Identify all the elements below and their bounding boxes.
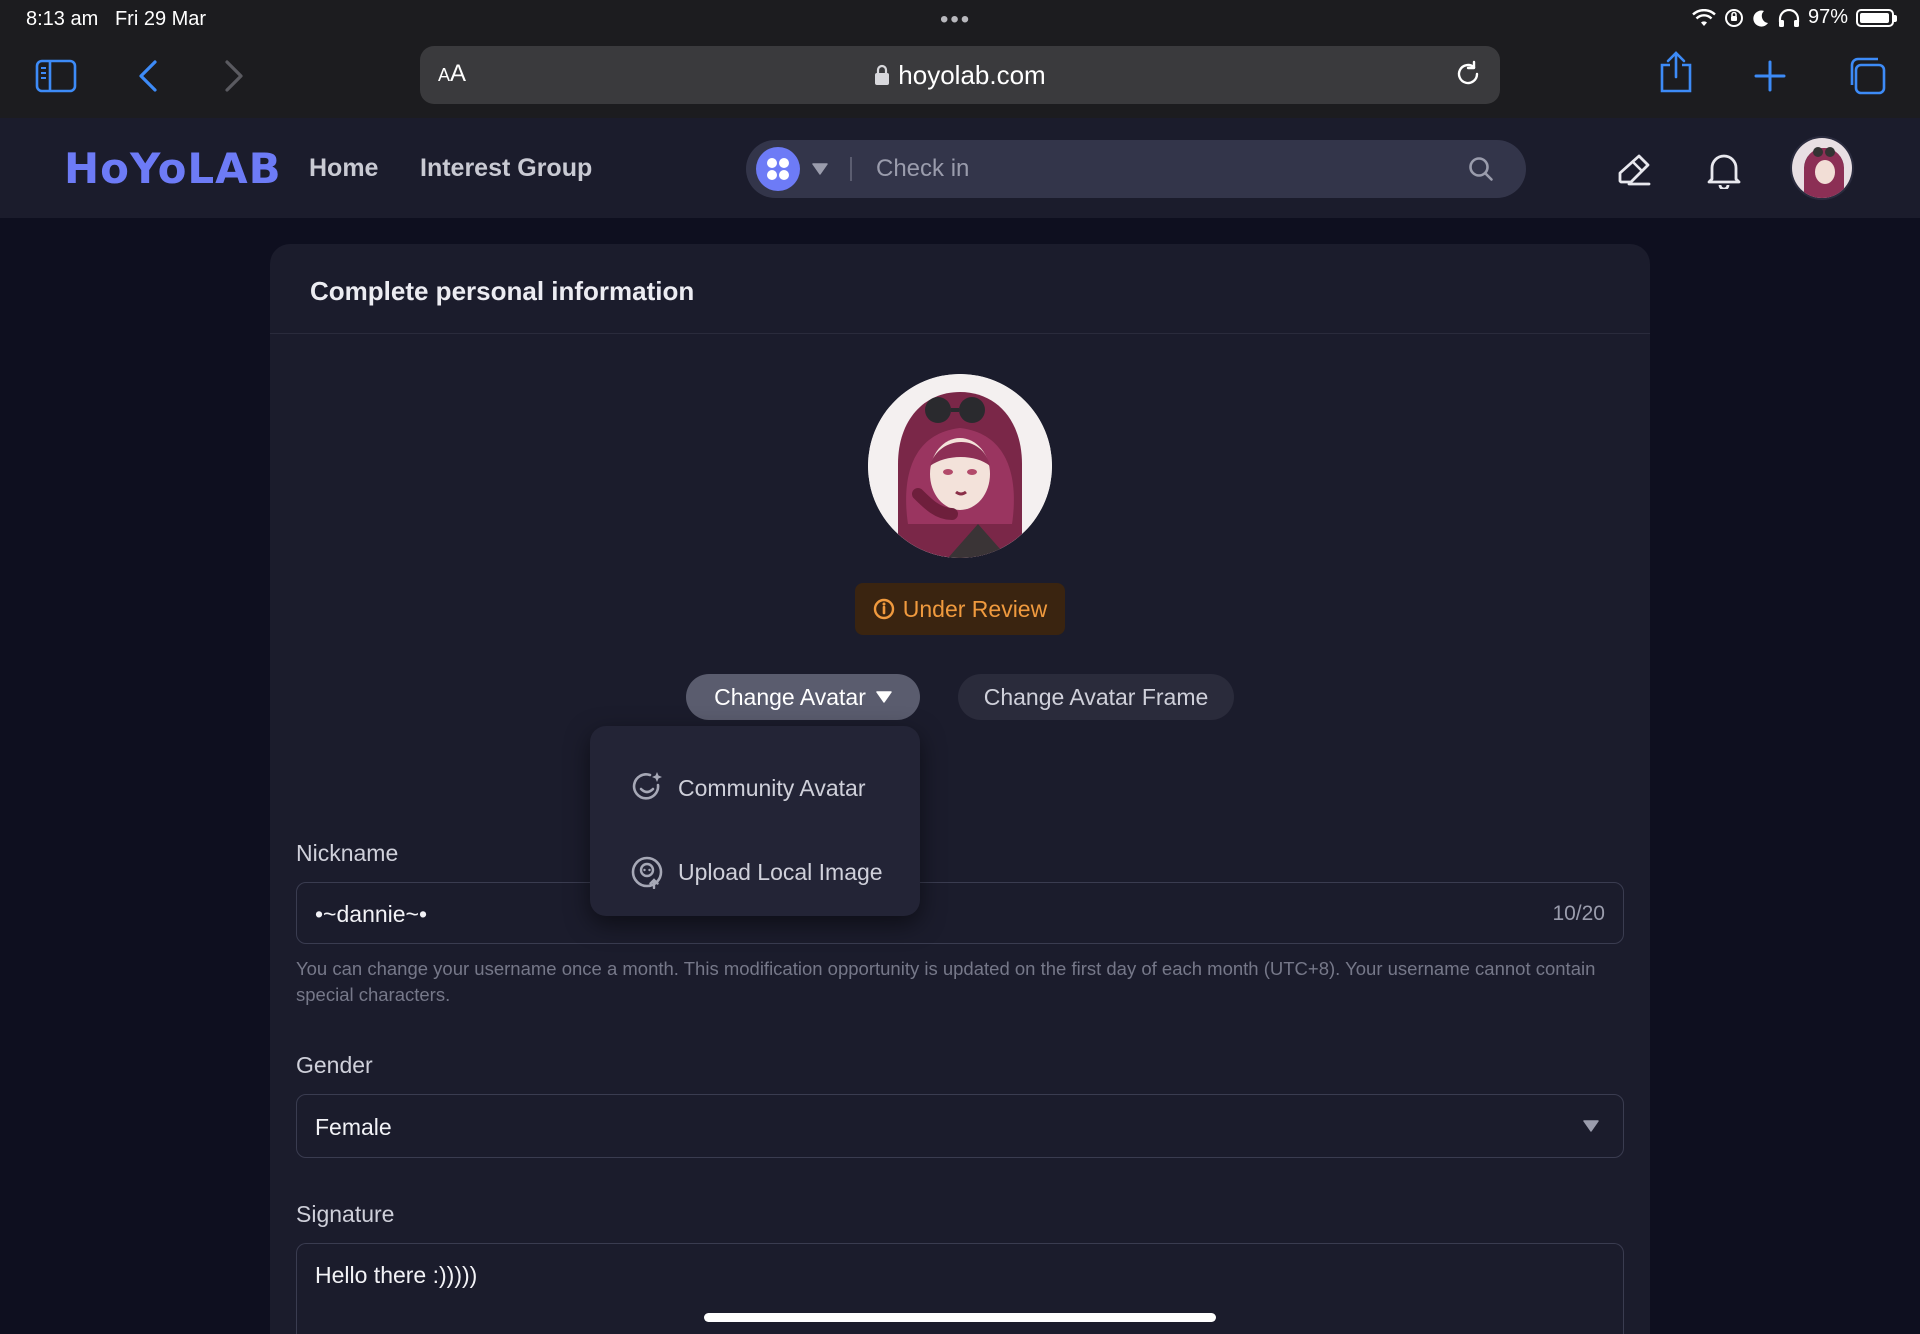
gender-value: Female [315, 1114, 392, 1140]
wifi-icon [1692, 8, 1716, 26]
nickname-value: •~dannie~• [315, 901, 428, 927]
page-title: Complete personal information [310, 276, 695, 306]
search-divider [850, 157, 852, 181]
avatar-source-menu: Community Avatar Upload Local Image [590, 726, 920, 916]
nickname-char-counter: 10/20 [1552, 902, 1605, 925]
share-icon[interactable] [1654, 50, 1698, 94]
battery-percent: 97% [1807, 6, 1848, 28]
review-status-badge: Under Review [855, 583, 1065, 635]
status-indicators: 97% [1692, 6, 1897, 29]
sidebar-icon[interactable] [34, 54, 78, 98]
profile-card: Complete personal information Under Revi… [270, 244, 1650, 1334]
upload-image-icon [631, 856, 663, 889]
tab-overview-icon[interactable] [1844, 54, 1888, 98]
community-avatar-label: Community Avatar [678, 774, 866, 801]
signature-value: Hello there :))))) [315, 1262, 478, 1288]
search-bar [746, 140, 1526, 198]
headphones-icon [1778, 8, 1800, 27]
status-time: 8:13 am Fri 29 Mar [26, 8, 206, 31]
back-icon[interactable] [126, 54, 170, 98]
notification-bell-icon[interactable] [1702, 148, 1746, 192]
info-circle-icon [873, 598, 894, 620]
new-tab-icon[interactable] [1748, 54, 1792, 98]
menu-item-community-avatar[interactable]: Community Avatar [630, 766, 865, 810]
multitasking-dots-icon[interactable]: ••• [940, 6, 971, 34]
upload-local-image-label: Upload Local Image [678, 858, 883, 885]
browser-chrome: 8:13 am Fri 29 Mar ••• 97% AA hoyolab.co… [0, 0, 1920, 118]
nav-home[interactable]: Home [309, 154, 378, 183]
url-text: hoyolab.com [898, 60, 1046, 90]
reload-icon[interactable] [1452, 58, 1484, 95]
nickname-field[interactable]: •~dannie~• 10/20 [296, 882, 1624, 944]
gender-label: Gender [296, 1052, 373, 1078]
address-bar[interactable]: AA hoyolab.com [420, 46, 1500, 104]
nav-interest-group[interactable]: Interest Group [420, 154, 592, 183]
change-avatar-label: Change Avatar [714, 683, 866, 710]
nickname-hint: You can change your username once a mont… [296, 958, 1596, 1005]
create-post-icon[interactable] [1612, 148, 1656, 192]
card-header: Complete personal information [270, 244, 1650, 334]
change-avatar-frame-button[interactable]: Change Avatar Frame [958, 674, 1234, 720]
change-avatar-button[interactable]: Change Avatar [686, 674, 920, 720]
search-icon[interactable] [1468, 156, 1494, 182]
chevron-down-icon[interactable] [812, 162, 828, 176]
user-avatar[interactable] [1790, 136, 1854, 200]
chevron-down-icon [876, 691, 892, 703]
grid-icon [767, 158, 789, 180]
chevron-down-icon [1583, 1120, 1599, 1132]
moon-icon [1753, 10, 1768, 27]
lock-icon [875, 64, 890, 85]
home-indicator[interactable] [704, 1313, 1216, 1322]
forward-icon[interactable] [212, 54, 256, 98]
orientation-lock-icon [1724, 8, 1743, 27]
hoyolab-logo[interactable]: HoYoLAB [64, 144, 282, 193]
site-navigation: HoYoLAB Home Interest Group [0, 118, 1920, 218]
signature-label: Signature [296, 1201, 395, 1227]
battery-icon [1856, 8, 1897, 27]
review-status-text: Under Review [902, 595, 1048, 622]
sparkle-smile-icon [632, 772, 662, 800]
status-date: Fri 29 Mar [114, 8, 207, 30]
game-selector-button[interactable] [756, 147, 800, 191]
url-display[interactable]: hoyolab.com [420, 60, 1500, 91]
profile-avatar [868, 374, 1052, 558]
nickname-label: Nickname [296, 840, 399, 866]
menu-item-upload-local-image[interactable]: Upload Local Image [630, 850, 883, 894]
status-clock: 8:13 am [26, 8, 99, 30]
battery-fill [1860, 12, 1890, 23]
gender-select[interactable]: Female [296, 1094, 1624, 1158]
search-input[interactable] [876, 148, 1436, 190]
